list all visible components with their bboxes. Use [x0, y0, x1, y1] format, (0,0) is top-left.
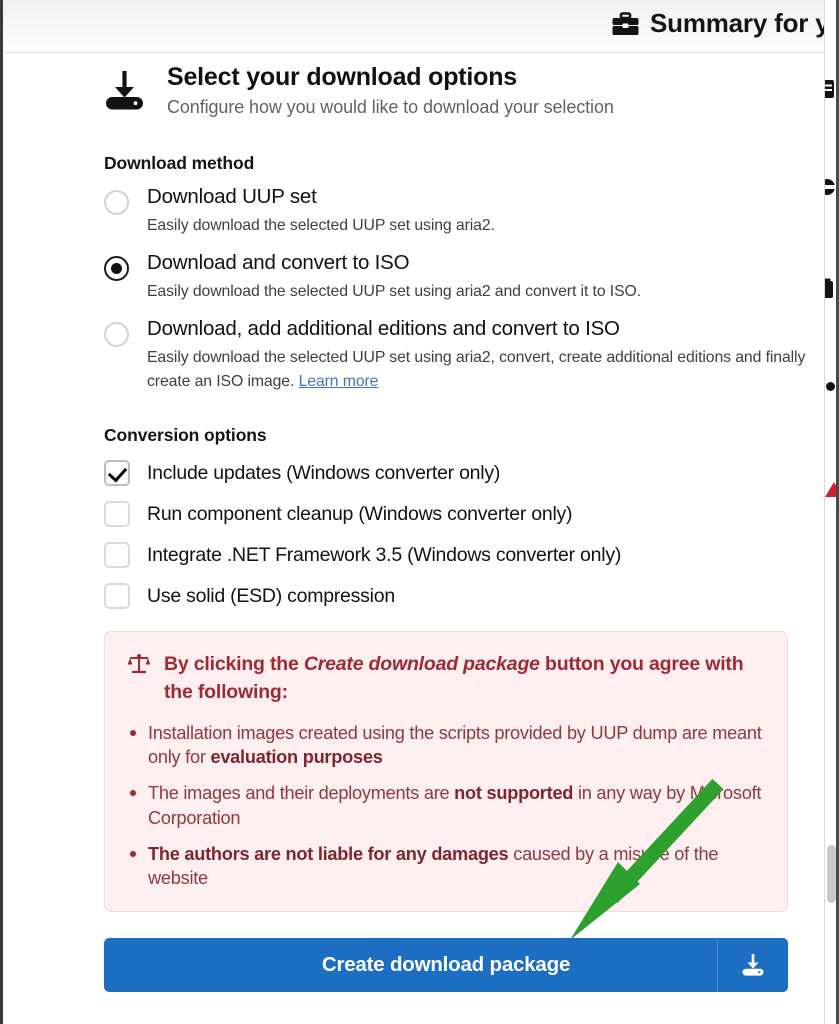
list-item: The images and their deployments are not… — [127, 781, 763, 830]
radio-option-label: Download and convert to ISO — [147, 251, 410, 274]
learn-more-link[interactable]: Learn more — [299, 373, 379, 390]
download-method-group-label: Download method — [104, 153, 255, 173]
radio-indicator[interactable] — [104, 322, 129, 347]
summary-header-title: Summary for y — [650, 8, 830, 38]
clipped-bullet-dot — [826, 382, 835, 391]
radio-option-add-additional-editions[interactable]: Download, add additional editions and co… — [104, 317, 807, 394]
checkbox-use-solid-esd-compression[interactable]: Use solid (ESD) compression — [104, 583, 395, 609]
radio-option-description: Easily download the selected UUP set usi… — [147, 216, 495, 234]
checkbox-label: Use solid (ESD) compression — [147, 584, 395, 607]
section-header: Select your download options Configure h… — [102, 63, 614, 119]
summary-header: Summary for y — [612, 8, 830, 39]
radio-option-download-and-convert-to-iso[interactable]: Download and convert to ISO Easily downl… — [104, 251, 641, 304]
download-options-card: Select your download options Configure h… — [3, 53, 824, 1024]
bullet-text-bold: evaluation purposes — [210, 746, 383, 767]
checkbox-indicator[interactable] — [104, 542, 130, 568]
bullet-text-bold: not supported — [454, 783, 574, 804]
checkbox-integrate-net-framework[interactable]: Integrate .NET Framework 3.5 (Windows co… — [104, 542, 621, 568]
radio-option-label: Download UUP set — [147, 185, 317, 208]
download-tray-icon — [102, 68, 147, 113]
checkbox-label: Include updates (Windows converter only) — [147, 461, 501, 484]
checkbox-label: Integrate .NET Framework 3.5 (Windows co… — [147, 543, 622, 566]
scales-of-justice-icon — [127, 653, 151, 675]
cta-icon-area — [717, 938, 788, 992]
bullet-text-bold: The authors are not liable for any damag… — [148, 844, 509, 865]
page-title: Select your download options — [167, 63, 517, 91]
checkbox-run-component-cleanup[interactable]: Run component cleanup (Windows converter… — [104, 501, 573, 527]
checkbox-indicator-checked[interactable] — [104, 460, 130, 486]
legal-notice-heading: By clicking the Create download package … — [127, 650, 763, 707]
create-download-package-button[interactable]: Create download package — [104, 938, 788, 992]
create-download-package-label: Create download package — [321, 953, 571, 976]
page-root: Summary for y Select your download optio… — [0, 0, 839, 1024]
list-item: Installation images created using the sc… — [127, 721, 763, 770]
radio-indicator-selected[interactable] — [104, 256, 129, 281]
radio-option-description-text: Easily download the selected UUP set usi… — [147, 348, 806, 390]
conversion-options-group-label: Conversion options — [104, 425, 267, 445]
list-item: The authors are not liable for any damag… — [127, 842, 763, 891]
radio-option-description: Easily download the selected UUP set usi… — [147, 282, 641, 300]
radio-option-label: Download, add additional editions and co… — [147, 317, 620, 340]
briefcase-icon — [612, 11, 639, 36]
checkbox-indicator[interactable] — [104, 583, 130, 609]
radio-option-download-uup-set[interactable]: Download UUP set Easily download the sel… — [104, 185, 495, 238]
radio-indicator[interactable] — [104, 190, 129, 215]
checkbox-label: Run component cleanup (Windows converter… — [147, 502, 573, 525]
radio-option-description: Easily download the selected UUP set usi… — [147, 346, 807, 394]
bullet-text-before: The images and their deployments are — [148, 783, 455, 804]
legal-notice-box: By clicking the Create download package … — [104, 631, 788, 912]
window-left-border — [0, 0, 3, 1024]
checkbox-indicator[interactable] — [104, 501, 130, 527]
right-column-divider — [824, 0, 825, 1024]
download-tray-icon — [740, 952, 766, 978]
legal-notice-heading-text: By clicking the Create download package … — [164, 650, 763, 707]
checkbox-include-updates[interactable]: Include updates (Windows converter only) — [104, 460, 500, 486]
heading-before: By clicking the — [164, 653, 304, 675]
legal-notice-list: Installation images created using the sc… — [127, 721, 763, 891]
vertical-scrollbar-thumb[interactable] — [827, 845, 836, 903]
heading-emphasis: Create download package — [303, 653, 540, 675]
page-subtitle: Configure how you would like to download… — [167, 96, 614, 117]
